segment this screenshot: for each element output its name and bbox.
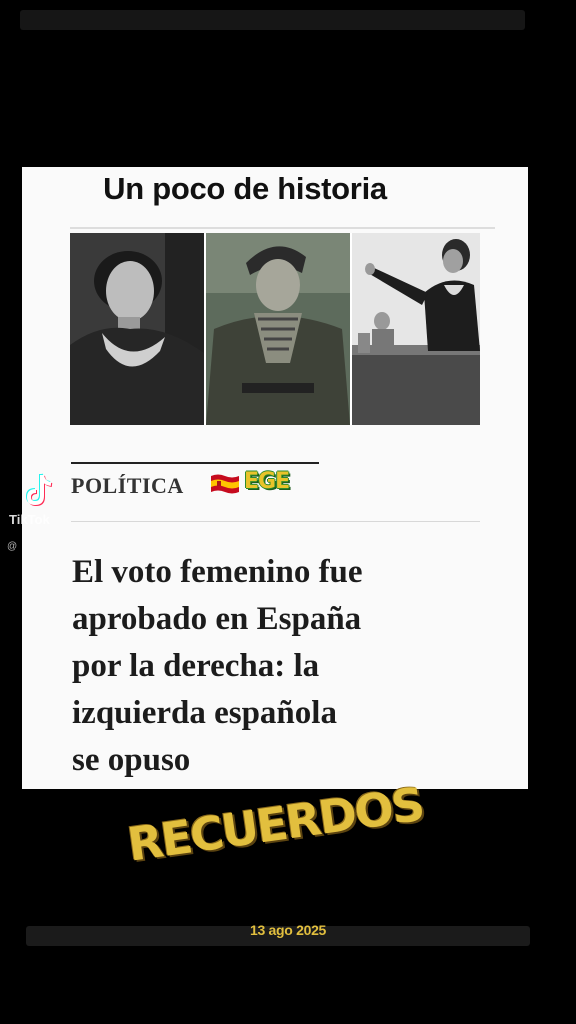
headline-line: aprobado en España xyxy=(72,601,362,637)
title-divider xyxy=(70,227,495,229)
article-card: Un poco de historia POLÍTICA EGE El voto… xyxy=(22,167,528,789)
headline-line: por la derecha: la xyxy=(72,648,320,684)
headline-divider xyxy=(71,521,480,522)
photo-speaker xyxy=(352,233,480,425)
section-label[interactable]: POLÍTICA xyxy=(71,473,184,499)
recuerdos-stamp: RECUERDOS xyxy=(124,776,427,872)
tiktok-icon xyxy=(25,473,55,507)
photo-soldier xyxy=(206,233,350,425)
ege-tag: EGE xyxy=(244,469,290,494)
headline-line: se opuso xyxy=(72,742,191,778)
card-title: Un poco de historia xyxy=(103,171,387,206)
photo-woman-portrait xyxy=(70,233,204,425)
spain-flag-icon xyxy=(210,473,240,495)
headline-line: El voto femenino fue xyxy=(72,554,363,590)
tiktok-wordmark: TikTok xyxy=(9,512,50,527)
date-stamp: 13 ago 2025 xyxy=(249,922,327,938)
photo-strip xyxy=(70,233,480,425)
tiktok-handle: @ xyxy=(7,541,18,552)
section-rule xyxy=(71,462,319,464)
top-status-bar xyxy=(20,10,525,30)
headline-line: izquierda española xyxy=(72,695,337,731)
article-headline[interactable]: El voto femenino fue aprobado en España … xyxy=(72,549,492,784)
